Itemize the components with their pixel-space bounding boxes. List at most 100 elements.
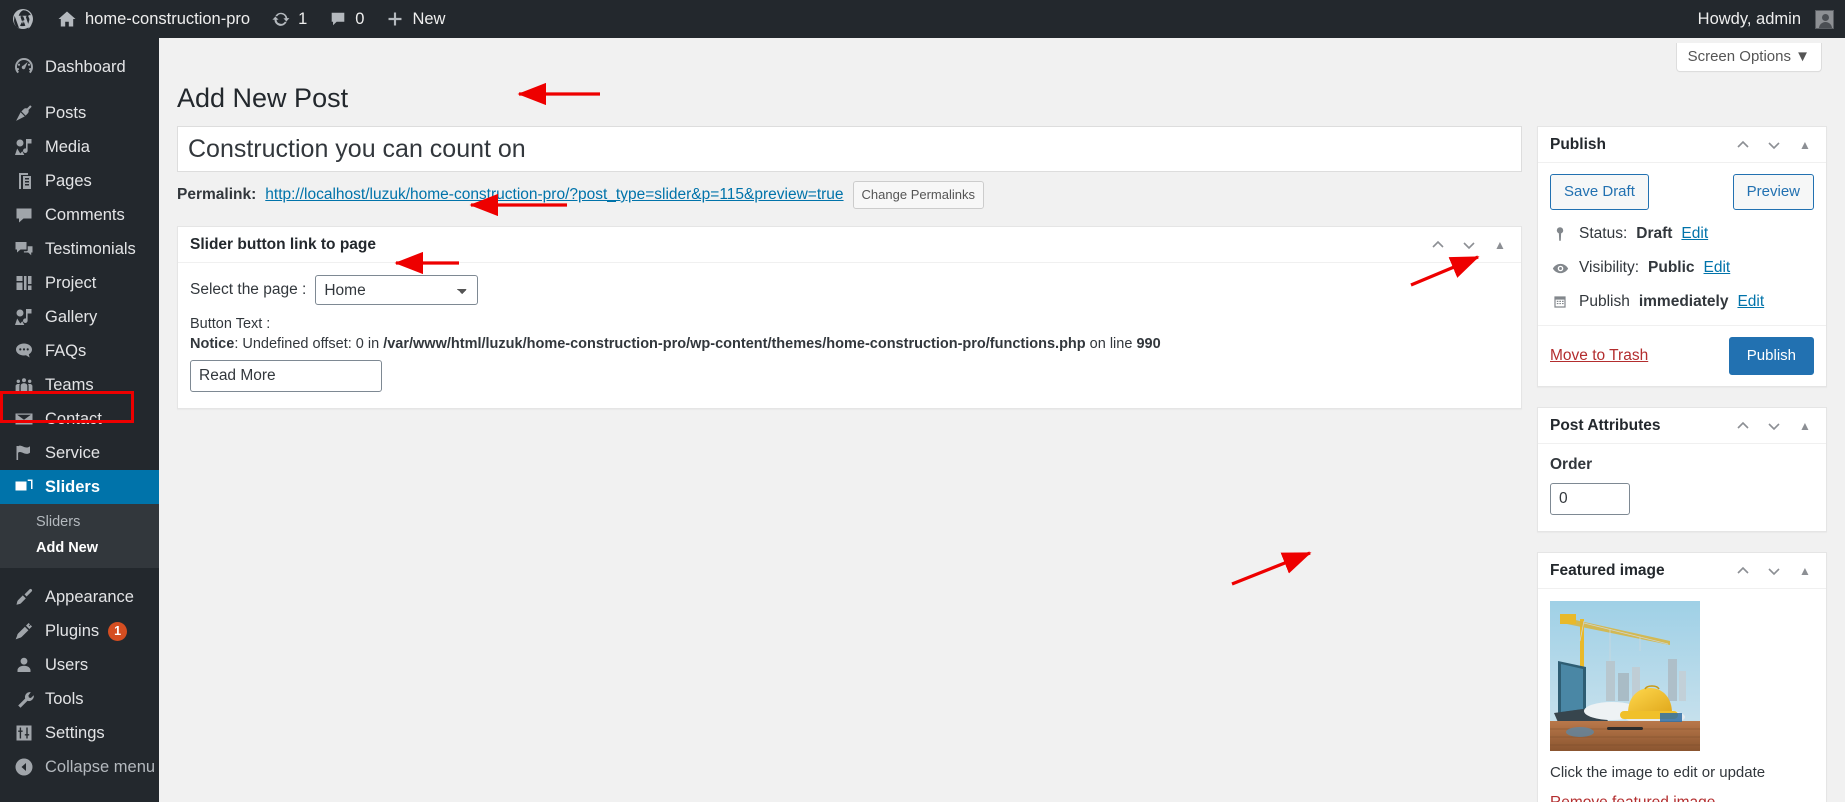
sidebar-item-label: Project	[45, 273, 97, 292]
post-attributes-body: Order	[1538, 444, 1826, 531]
sidebar-item-plugins[interactable]: Plugins 1	[0, 614, 159, 648]
post-attributes-header: Post Attributes ▲	[1538, 408, 1826, 444]
megaphone-icon	[13, 442, 35, 464]
featured-image-metabox: Featured image ▲ Click the image to edit…	[1537, 552, 1827, 802]
sidebar-item-label: FAQs	[45, 341, 87, 360]
select-page-row: Select the page : Home	[190, 275, 1509, 305]
move-up-icon[interactable]	[1734, 562, 1752, 580]
sidebar-item-contact[interactable]: Contact	[0, 402, 159, 436]
change-permalinks-button[interactable]: Change Permalinks	[852, 181, 984, 209]
post-body: Permalink: http://localhost/luzuk/home-c…	[177, 126, 1522, 410]
site-name-menu[interactable]: home-construction-pro	[46, 0, 261, 38]
notice-message: : Undefined offset: 0 in	[234, 336, 384, 352]
sidebar-item-label: Tools	[45, 689, 84, 708]
teams-icon	[13, 374, 35, 396]
major-publishing-actions: Move to Trash Publish	[1538, 326, 1826, 386]
site-name-label: home-construction-pro	[85, 9, 251, 28]
updates-menu[interactable]: 1	[261, 0, 318, 38]
sidebar-item-label: Sliders	[45, 477, 101, 496]
toggle-panel-icon[interactable]: ▲	[1796, 136, 1814, 154]
notice-file-path: /var/www/html/luzuk/home-construction-pr…	[383, 336, 1086, 352]
project-grid-icon	[13, 272, 35, 294]
wrench-icon	[13, 688, 35, 710]
sidebar-item-tools[interactable]: Tools	[0, 682, 159, 716]
sidebar-item-label: Dashboard	[45, 57, 126, 76]
publish-button[interactable]: Publish	[1728, 337, 1814, 375]
menu-spacer-top	[0, 38, 159, 50]
visibility-value: Public	[1648, 259, 1695, 276]
sidebar-item-label: Appearance	[45, 587, 134, 606]
toggle-panel-icon[interactable]: ▲	[1796, 417, 1814, 435]
preview-button[interactable]: Preview	[1732, 174, 1814, 210]
sidebar-item-posts[interactable]: Posts	[0, 96, 159, 130]
visibility-label: Visibility:	[1579, 259, 1640, 276]
admin-sidebar-menu: Dashboard Posts Media Pages Comments Tes…	[0, 38, 167, 802]
post-title-input[interactable]	[177, 126, 1522, 172]
move-down-icon[interactable]	[1765, 562, 1783, 580]
collapse-menu-button[interactable]: Collapse menu	[0, 750, 159, 784]
sidebar-item-appearance[interactable]: Appearance	[0, 580, 159, 614]
featured-image-body: Click the image to edit or update Remove…	[1538, 589, 1826, 802]
featured-image-handle-actions: ▲	[1734, 562, 1814, 580]
toggle-panel-icon[interactable]: ▲	[1796, 562, 1814, 580]
move-to-trash-link[interactable]: Move to Trash	[1550, 347, 1648, 364]
sidebar-item-dashboard[interactable]: Dashboard	[0, 50, 159, 84]
menu-order-input[interactable]	[1550, 483, 1630, 515]
sidebar-subitem-add-new[interactable]: Add New	[0, 535, 159, 561]
edit-schedule-link[interactable]: Edit	[1737, 293, 1764, 311]
select-page-dropdown[interactable]: Home	[315, 275, 479, 305]
toggle-panel-icon[interactable]: ▲	[1491, 236, 1509, 254]
faq-bubble-icon	[13, 340, 35, 362]
sidebar-item-sliders[interactable]: Sliders	[0, 470, 167, 504]
avatar-icon	[1815, 9, 1834, 29]
wp-logo-menu[interactable]	[0, 0, 46, 38]
remove-featured-image-link[interactable]: Remove featured image	[1550, 794, 1715, 802]
move-down-icon[interactable]	[1765, 136, 1783, 154]
comments-menu[interactable]: 0	[318, 0, 375, 38]
sidebar-item-pages[interactable]: Pages	[0, 164, 159, 198]
sidebar-item-project[interactable]: Project	[0, 266, 159, 300]
sidebar-item-gallery[interactable]: Gallery	[0, 300, 159, 334]
sidebar-item-service[interactable]: Service	[0, 436, 159, 470]
sidebar-item-label: Teams	[45, 375, 94, 394]
screen-options-button[interactable]: Screen Options ▼	[1675, 43, 1822, 72]
my-account-menu[interactable]: Howdy, admin	[1687, 0, 1845, 38]
post-attributes-handle-actions: ▲	[1734, 417, 1814, 435]
edit-status-link[interactable]: Edit	[1681, 225, 1708, 243]
new-content-menu[interactable]: New	[375, 0, 456, 38]
home-icon	[58, 11, 76, 27]
move-down-icon[interactable]	[1460, 236, 1478, 254]
main-content-area: Screen Options ▼ Add New Post Permalink:…	[159, 38, 1845, 802]
sidebar-item-teams[interactable]: Teams	[0, 368, 159, 402]
edit-visibility-link[interactable]: Edit	[1704, 259, 1731, 277]
permalink-url[interactable]: http://localhost/luzuk/home-construction…	[265, 186, 843, 204]
sidebar-item-label: Media	[45, 137, 90, 156]
move-down-icon[interactable]	[1765, 417, 1783, 435]
sidebar-item-faqs[interactable]: FAQs	[0, 334, 159, 368]
move-up-icon[interactable]	[1734, 136, 1752, 154]
featured-image-thumbnail[interactable]	[1550, 601, 1700, 751]
featured-image-header: Featured image ▲	[1538, 553, 1826, 589]
sidebar-item-testimonials[interactable]: Testimonials	[0, 232, 159, 266]
notice-line-number: 990	[1136, 336, 1161, 352]
post-visibility-row: Visibility: Public Edit	[1550, 258, 1814, 278]
move-up-icon[interactable]	[1734, 417, 1752, 435]
envelope-icon	[13, 408, 35, 430]
sidebar-item-users[interactable]: Users	[0, 648, 159, 682]
button-text-input[interactable]	[190, 360, 382, 393]
move-up-icon[interactable]	[1429, 236, 1447, 254]
publish-metabox-header: Publish ▲	[1538, 127, 1826, 163]
schedule-value: immediately	[1638, 293, 1729, 310]
sidebar-item-media[interactable]: Media	[0, 130, 159, 164]
sidebar-item-settings[interactable]: Settings	[0, 716, 159, 750]
delete-action: Move to Trash	[1550, 347, 1648, 365]
howdy-label: Howdy, admin	[1697, 9, 1801, 28]
post-attributes-metabox: Post Attributes ▲ Order	[1537, 407, 1827, 532]
publish-metabox-title: Publish	[1550, 135, 1606, 153]
save-draft-button[interactable]: Save Draft	[1550, 174, 1649, 210]
sidebar-item-comments[interactable]: Comments	[0, 198, 159, 232]
pages-icon	[13, 170, 35, 192]
screen-meta-links: Screen Options ▼	[1675, 43, 1822, 72]
media-icon	[13, 136, 35, 158]
sidebar-subitem-sliders[interactable]: Sliders	[0, 509, 159, 535]
